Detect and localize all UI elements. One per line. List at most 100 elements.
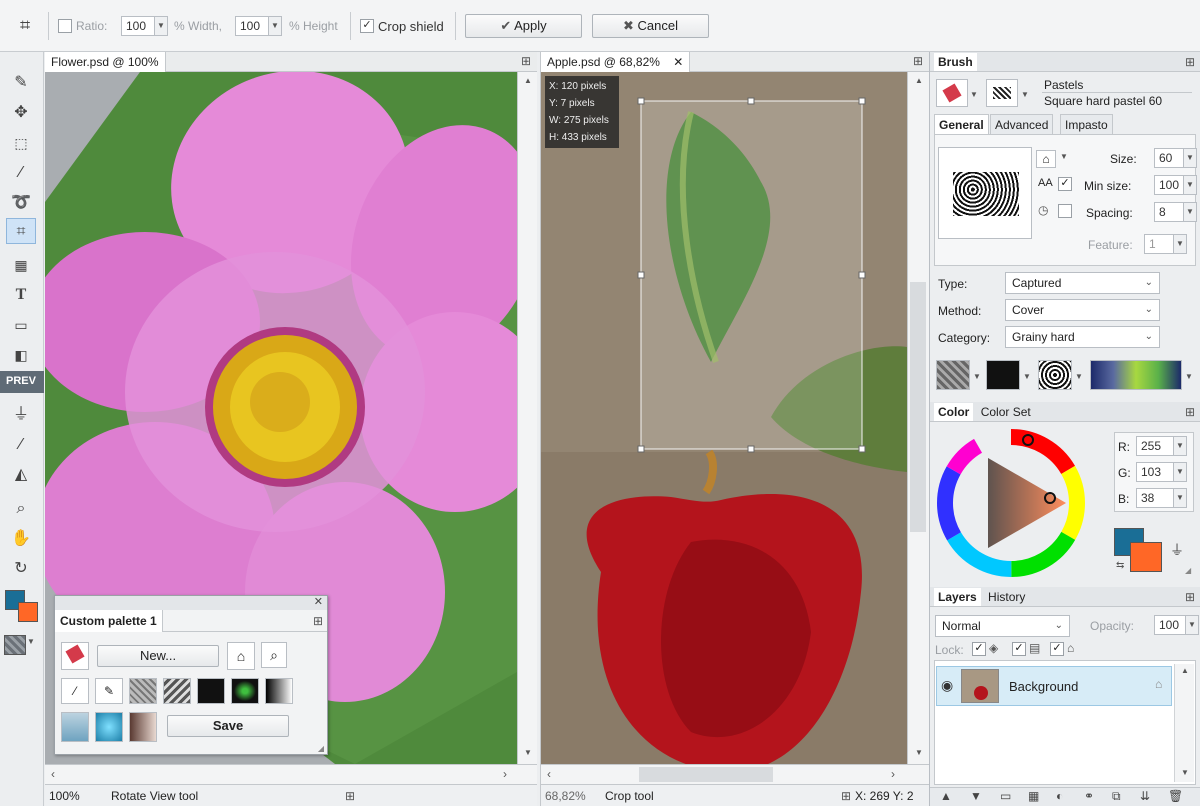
scroll-up-icon[interactable]: ▲ [524, 76, 532, 85]
panel-menu-icon[interactable]: ⊞ [1185, 52, 1195, 72]
scroll-down-icon[interactable]: ▼ [524, 748, 532, 757]
shape-icon[interactable]: ▭ [6, 312, 36, 338]
scroll-up-icon[interactable]: ▲ [915, 76, 923, 85]
layer-row-background[interactable]: ◉ Background ⌂ [936, 666, 1172, 706]
texture-swatch[interactable] [4, 635, 26, 655]
new-swatch-button[interactable]: New... [97, 645, 219, 667]
tab-impasto[interactable]: Impasto [1060, 114, 1113, 134]
cancel-button[interactable]: ✖ Cancel [592, 14, 709, 38]
vertical-scrollbar[interactable]: ▲ ▼ [517, 72, 537, 764]
tab-color[interactable]: Color [934, 403, 974, 421]
eye-icon[interactable]: ◉ [941, 677, 953, 694]
chevron-down-icon[interactable]: ▼ [1021, 90, 1029, 99]
apply-button[interactable]: ✔ Apply [465, 14, 582, 38]
feature-dropdown-icon[interactable]: ▼ [1173, 234, 1187, 254]
lasso-icon[interactable]: ➰ [6, 190, 36, 216]
red-field[interactable]: 255 [1136, 436, 1174, 456]
size-field[interactable]: 60 [1154, 148, 1184, 168]
scrollbar-thumb[interactable] [639, 767, 773, 782]
dark-texture-swatch[interactable] [197, 678, 225, 704]
link-icon[interactable]: ⚭ [1084, 789, 1094, 803]
perspective-icon[interactable]: ▦ [6, 252, 36, 278]
lock-all-checkbox[interactable]: ✓ [1050, 642, 1064, 656]
rotate-view-icon[interactable]: ↻ [6, 556, 36, 582]
ratio-value-field[interactable]: 100 [121, 16, 155, 36]
eyedropper-icon[interactable]: ⁄ [61, 678, 89, 704]
scroll-right-icon[interactable]: › [503, 767, 507, 781]
blend-mode-dropdown[interactable]: Normal ⌄ [935, 615, 1070, 637]
panel-menu-icon[interactable]: ⊞ [313, 614, 323, 628]
secondary-color-swatch[interactable] [1130, 542, 1162, 572]
method-dropdown[interactable]: Cover ⌄ [1005, 299, 1160, 321]
red-dropdown-icon[interactable]: ▼ [1173, 436, 1187, 456]
new-layer-icon[interactable]: ▭ [1000, 789, 1011, 803]
chevron-down-icon[interactable]: ▼ [1060, 152, 1068, 161]
scroll-down-icon[interactable]: ▼ [1181, 768, 1189, 777]
panel-menu-icon[interactable]: ⊞ [1185, 402, 1195, 422]
gradient-swatch[interactable] [265, 678, 293, 704]
brush-variant-icon[interactable] [986, 79, 1018, 107]
blue-field[interactable]: 38 [1136, 488, 1174, 508]
panel-menu-icon[interactable]: ⊞ [521, 54, 531, 68]
fill-icon[interactable]: ◭ [6, 462, 36, 488]
blue-dropdown-icon[interactable]: ▼ [1173, 488, 1187, 508]
tab-color-set[interactable]: Color Set [977, 403, 1035, 421]
grain-swatch[interactable] [1038, 360, 1072, 390]
swap-colors-icon[interactable]: ⇆ [1116, 560, 1124, 571]
scroll-right-icon[interactable]: › [891, 767, 895, 781]
status-options-icon[interactable]: ⊞ [841, 785, 851, 806]
gradient-swatch[interactable] [129, 712, 157, 742]
status-options-icon[interactable]: ⊞ [345, 785, 355, 806]
move-down-icon[interactable]: ▼ [970, 789, 982, 803]
prev-button[interactable]: PREV [0, 371, 44, 393]
palette-titlebar[interactable]: ✕ [55, 596, 327, 610]
green-field[interactable]: 103 [1136, 462, 1174, 482]
stamp-icon[interactable]: ⏚ [1170, 540, 1184, 560]
chevron-down-icon[interactable]: ▼ [1185, 372, 1193, 381]
panel-menu-icon[interactable]: ⊞ [1185, 587, 1195, 607]
type-dropdown[interactable]: Captured ⌄ [1005, 272, 1160, 294]
text-icon[interactable]: T [6, 282, 36, 308]
palette-title[interactable]: Custom palette 1 [55, 610, 163, 632]
tab-layers[interactable]: Layers [934, 588, 981, 606]
scroll-left-icon[interactable]: ‹ [547, 767, 551, 781]
flower-document-title[interactable]: Flower.psd @ 100% [45, 52, 166, 72]
gradient-swatch[interactable] [61, 712, 89, 742]
scroll-down-icon[interactable]: ▼ [915, 748, 923, 757]
min-size-dropdown-icon[interactable]: ▼ [1183, 175, 1197, 195]
color-wheel[interactable] [936, 428, 1086, 578]
category-dropdown[interactable]: Grainy hard ⌄ [1005, 326, 1160, 348]
trash-icon[interactable]: 🗑 [1168, 789, 1183, 803]
spacing-dropdown-icon[interactable]: ▼ [1183, 202, 1197, 222]
width-value-field[interactable]: 100 [235, 16, 269, 36]
chevron-down-icon[interactable]: ▼ [1023, 372, 1031, 381]
close-icon[interactable]: ✕ [673, 55, 683, 69]
horizontal-scrollbar[interactable]: ‹ › [541, 764, 929, 784]
zoom-level[interactable]: 68,82% [545, 785, 586, 806]
zoom-icon[interactable]: ⌕ [261, 642, 287, 668]
save-palette-button[interactable]: Save [167, 715, 289, 737]
eyedropper-icon[interactable]: ⁄ [6, 432, 36, 458]
spacing-checkbox[interactable] [1058, 204, 1072, 218]
gradient-preview-swatch[interactable] [1090, 360, 1182, 390]
lock-transparency-checkbox[interactable]: ✓ [972, 642, 986, 656]
horizontal-scrollbar[interactable]: ‹ › [45, 764, 537, 784]
chevron-down-icon[interactable]: ▼ [1075, 372, 1083, 381]
chevron-down-icon[interactable]: ▼ [27, 637, 35, 646]
scrollbar-thumb[interactable] [910, 282, 926, 532]
feature-field[interactable]: 1 [1144, 234, 1174, 254]
secondary-color-swatch[interactable] [18, 602, 38, 622]
ratio-dropdown-icon[interactable]: ▼ [154, 16, 168, 36]
layers-vertical-scrollbar[interactable]: ▲ ▼ [1174, 664, 1194, 782]
duplicate-icon[interactable]: ⧉ [1112, 789, 1121, 804]
gradient-icon[interactable]: ◧ [6, 342, 36, 368]
size-dropdown-icon[interactable]: ▼ [1183, 148, 1197, 168]
ratio-checkbox[interactable] [58, 19, 72, 33]
texture-swatch[interactable] [129, 678, 157, 704]
zoom-level[interactable]: 100% [49, 785, 80, 806]
lock-position-checkbox[interactable]: ✓ [1012, 642, 1026, 656]
move-icon[interactable]: ✥ [6, 100, 36, 126]
tab-advanced[interactable]: Advanced [990, 114, 1054, 134]
opacity-dropdown-icon[interactable]: ▼ [1185, 615, 1199, 635]
house-icon[interactable]: ⌂ [227, 642, 255, 670]
